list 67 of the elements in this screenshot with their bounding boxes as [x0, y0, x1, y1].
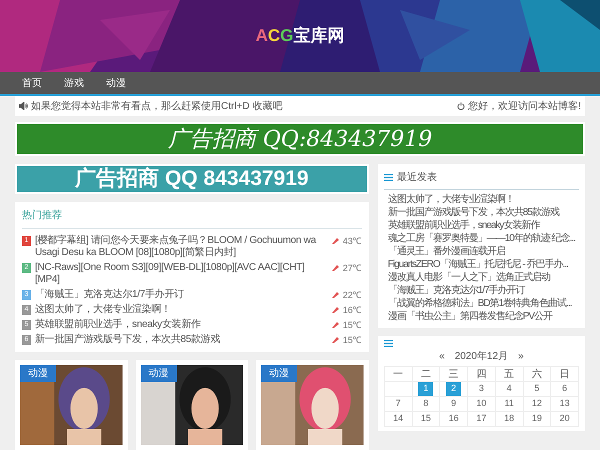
calendar-day: 13	[560, 397, 570, 411]
recent-post-link[interactable]: 漫画「书虫公主」第四卷发售纪念PV公开	[388, 311, 575, 323]
recent-post-link[interactable]: 魂之工房「赛罗奥特曼」——10年的轨迹 纪念...	[388, 233, 575, 245]
category-tag[interactable]: 动漫	[140, 365, 177, 382]
list-icon	[384, 174, 393, 181]
hot-link[interactable]: 英雄联盟前职业选手，sneaky女装新作	[35, 319, 328, 331]
post-card[interactable]: 动漫	[136, 360, 248, 450]
calendar-day: 19	[532, 412, 542, 426]
recent-post-link[interactable]: 新一批国产游戏版号下发，本次共85款游戏	[388, 207, 575, 219]
calendar-day: 4	[506, 382, 512, 396]
nav-link[interactable]: 首页	[22, 76, 42, 90]
calendar-day: 15	[420, 412, 431, 426]
weekday-header: 四	[468, 367, 496, 382]
recent-post-link[interactable]: 「战翼的希格德莉法」BD第1卷特典角色曲试...	[388, 298, 575, 310]
category-tag[interactable]: 动漫	[261, 365, 298, 382]
calendar-day: 17	[476, 412, 486, 426]
weekday-header: 五	[496, 367, 524, 382]
recent-post-link[interactable]: 英雄联盟前职业选手，sneaky女装新作	[388, 220, 575, 232]
post-card[interactable]: 动漫	[15, 360, 128, 450]
calendar-day: 6	[562, 382, 568, 396]
calendar-day: 20	[560, 412, 570, 426]
calendar-day: 10	[476, 397, 486, 411]
calendar-day: 11	[504, 397, 514, 411]
nav-link[interactable]: 游戏	[64, 76, 84, 90]
hot-link[interactable]: [樱都字幕组] 请问您今天要来点兔子吗？BLOOM / Gochuumon wa Usagi Desu ka BLOOM [08][1080p][简繁日内封]	[35, 235, 328, 259]
calendar-day: 3	[478, 382, 484, 396]
calendar-month: 2020年12月	[454, 350, 508, 364]
calendar-day: 5	[534, 382, 540, 396]
prev-month-link[interactable]: «	[439, 349, 445, 364]
calendar-day: 18	[504, 412, 514, 426]
power-icon	[457, 102, 466, 110]
calendar-day: 7	[396, 397, 401, 411]
nav-link[interactable]: 动漫	[106, 76, 126, 90]
calendar-day: 9	[451, 397, 456, 411]
ad-banner[interactable]: 广告招商 QQ:843437919	[15, 122, 585, 156]
recent-post-link[interactable]: 这图太帅了，大佬专业渲染啊！	[388, 194, 575, 206]
speaker-icon	[19, 102, 28, 110]
recent-post-link[interactable]: 「通灵王」番外漫画连载开启	[388, 246, 575, 258]
site-logo[interactable]: ACG宝库网	[256, 23, 344, 49]
calendar-day: 14	[393, 412, 404, 426]
recent-post-link[interactable]: FiguartsZERO「海贼王」托尼托尼 - 乔巴手办...	[388, 259, 575, 271]
panel-title: 最近发表	[396, 170, 437, 185]
weekday-header: 六	[524, 367, 552, 382]
hot-link[interactable]: 「海贼王」克洛克达尔1/7手办开订	[35, 289, 328, 301]
calendar-day: 8	[423, 397, 428, 411]
next-month-link[interactable]: »	[518, 349, 524, 364]
weekday-header: 一	[384, 367, 412, 382]
hot-link[interactable]: [NC-Raws][One Room S3][09][WEB-DL][1080p][AVC AAC][CHT][MP4]	[35, 262, 328, 286]
post-card[interactable]: 动漫	[256, 360, 369, 450]
calendar-day: 12	[532, 397, 542, 411]
notice-text: 如果您觉得本站非常有看点，那么赶紧使用Ctrl+D 收藏吧	[31, 100, 282, 114]
calendar-day: 16	[448, 412, 459, 426]
heat-value: 43℃	[342, 235, 362, 247]
welcome-text: 您好，欢迎访问本站博客!	[468, 100, 581, 114]
panel-title: 热门推荐	[22, 208, 362, 229]
recent-post-link[interactable]: 「海贼王」克洛克达尔1/7手办开订	[388, 285, 575, 297]
hot-link[interactable]: 这图太帅了，大佬专业渲染啊！	[35, 304, 328, 316]
category-tag[interactable]: 动漫	[20, 365, 56, 382]
heat-value: 16℃	[342, 304, 362, 316]
weekday-header: 日	[551, 367, 579, 382]
hot-link[interactable]: 新一批国产游戏版号下发，本次共85款游戏	[35, 334, 328, 346]
recent-post-link[interactable]: 漫改真人电影「一人之下」选角正式启动	[388, 272, 575, 284]
heat-value: 15℃	[342, 334, 362, 346]
heat-value: 22℃	[342, 289, 362, 301]
heat-value: 27℃	[342, 262, 362, 274]
heat-value: 15℃	[342, 319, 362, 331]
list-icon	[384, 340, 393, 347]
